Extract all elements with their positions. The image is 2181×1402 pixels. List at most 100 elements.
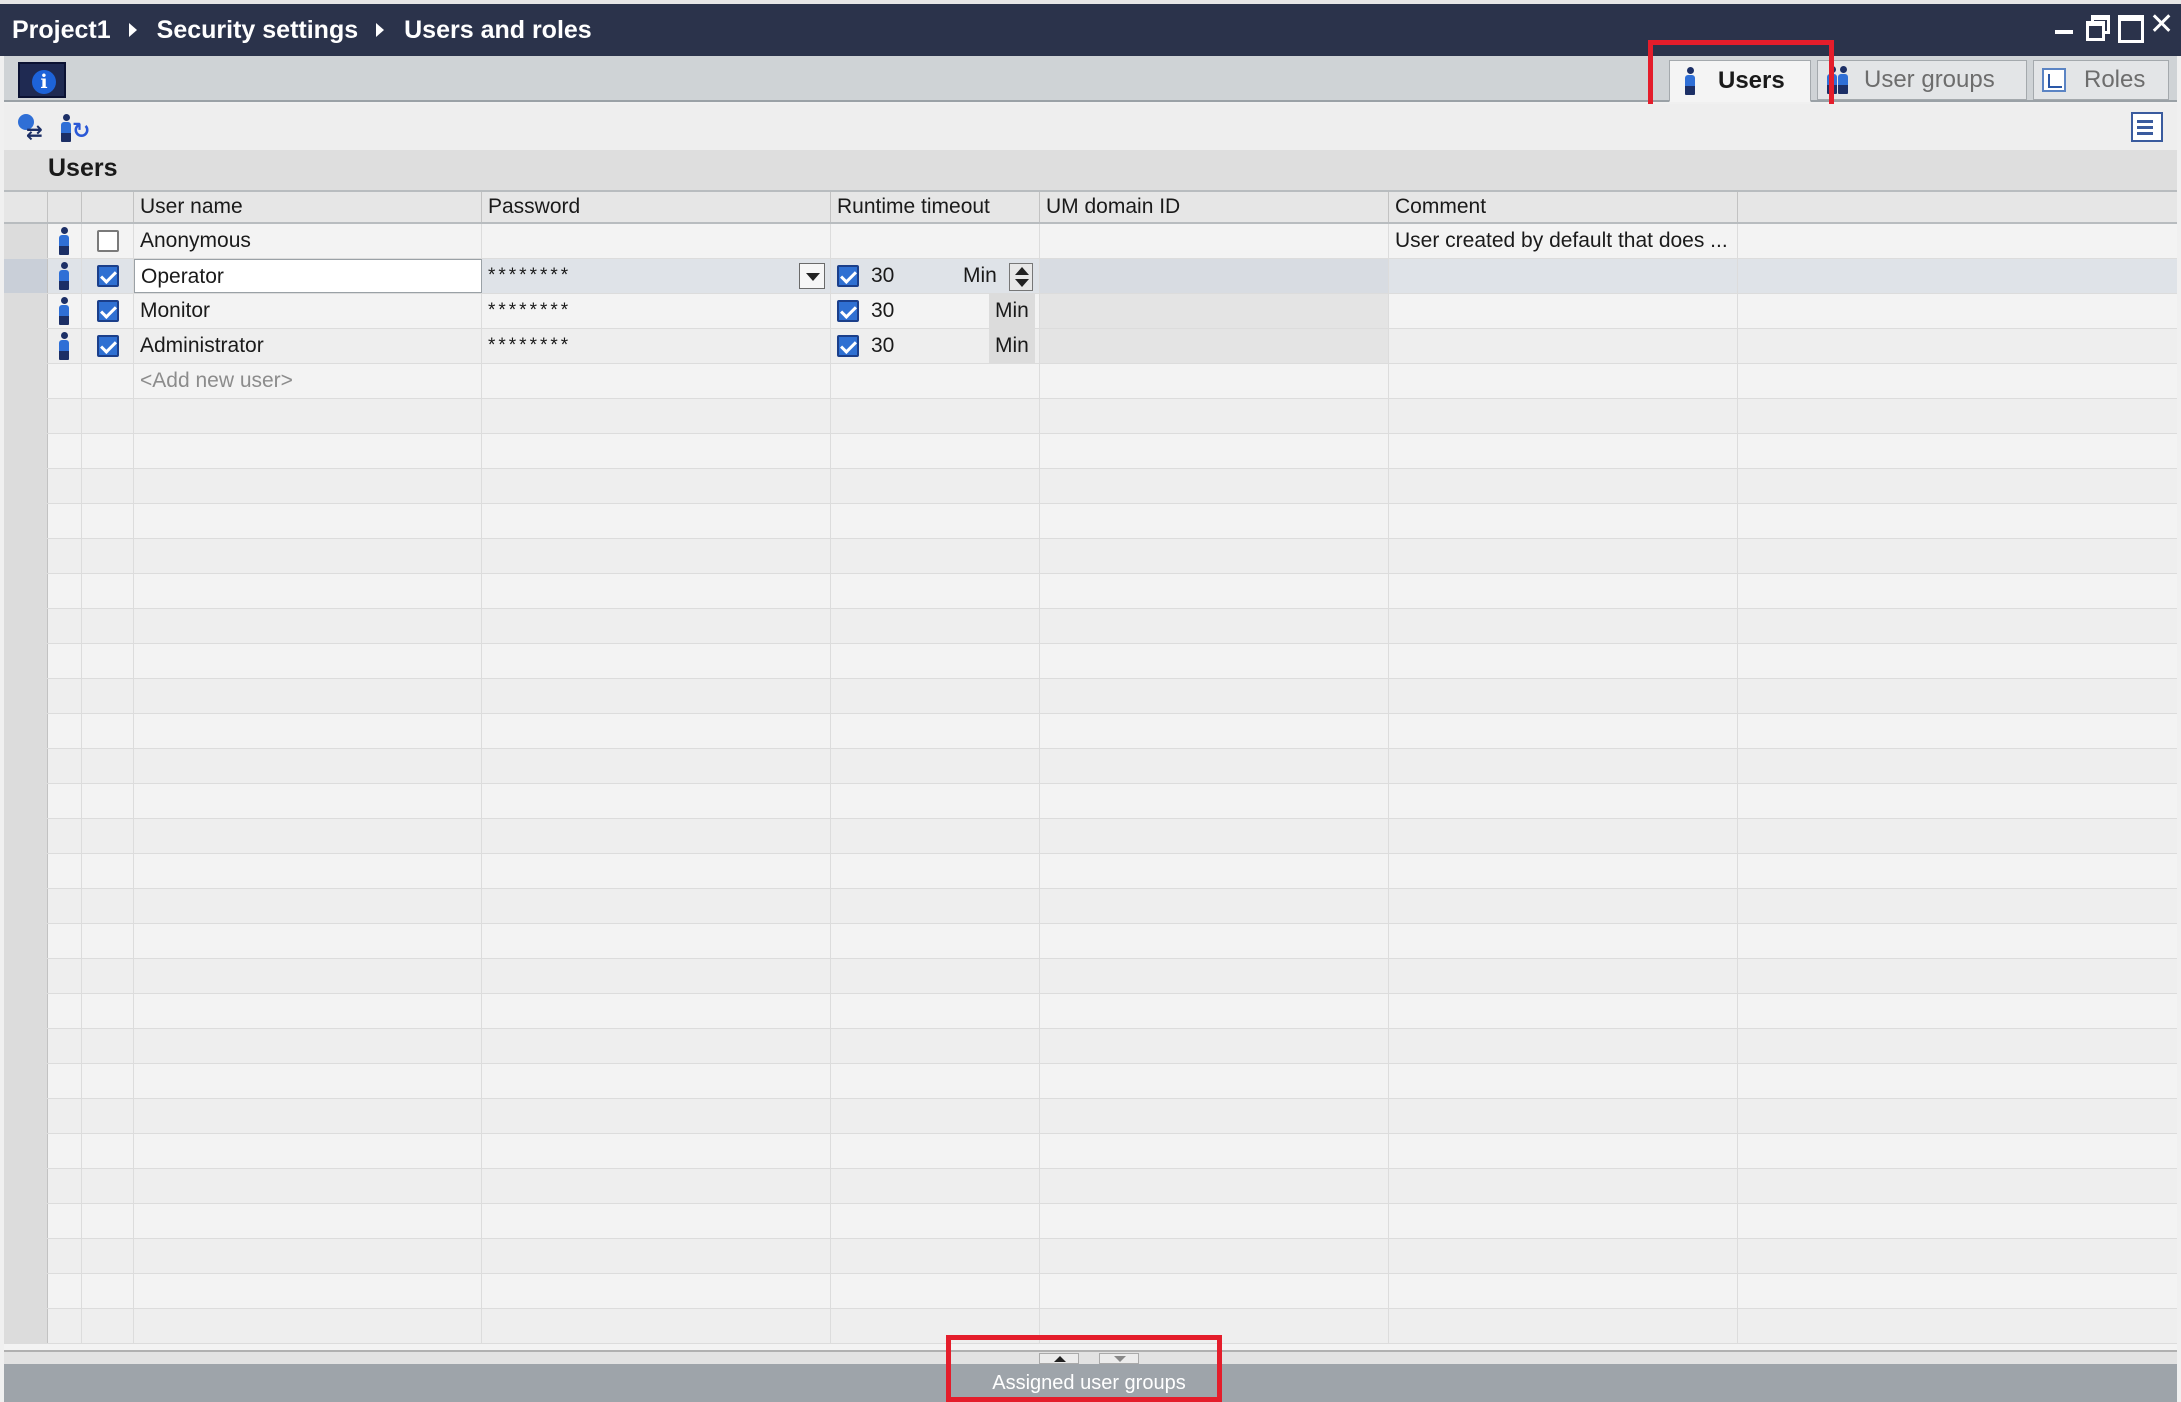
table-row[interactable]: Operator ******** 30 Min xyxy=(4,259,2177,294)
row-gutter[interactable] xyxy=(4,1064,48,1098)
table-row[interactable] xyxy=(4,469,2177,504)
row-gutter[interactable] xyxy=(4,224,48,258)
table-row[interactable] xyxy=(4,644,2177,679)
enabled-checkbox[interactable] xyxy=(97,230,119,252)
row-gutter[interactable] xyxy=(4,294,48,328)
row-gutter[interactable] xyxy=(4,609,48,643)
row-gutter[interactable] xyxy=(4,1274,48,1308)
timeout-spinner-icon[interactable] xyxy=(1009,263,1033,291)
table-row[interactable] xyxy=(4,434,2177,469)
row-gutter[interactable] xyxy=(4,329,48,363)
close-icon[interactable]: ✕ xyxy=(2149,10,2174,40)
row-gutter[interactable] xyxy=(4,714,48,748)
row-gutter[interactable] xyxy=(4,1029,48,1063)
add-new-user-cell[interactable]: <Add new user> xyxy=(134,364,482,398)
view-settings-icon[interactable] xyxy=(2131,112,2163,142)
timeout-checkbox[interactable] xyxy=(837,335,859,357)
table-row[interactable]: Anonymous User created by default that do… xyxy=(4,224,2177,259)
row-gutter[interactable] xyxy=(4,1309,48,1343)
row-gutter[interactable] xyxy=(4,1134,48,1168)
user-name-cell[interactable]: Monitor xyxy=(134,294,482,328)
restore-icon[interactable] xyxy=(2085,14,2110,41)
table-row[interactable] xyxy=(4,784,2177,819)
runtime-timeout-cell[interactable]: 30 Min xyxy=(831,329,1040,363)
table-row[interactable] xyxy=(4,679,2177,714)
table-row[interactable] xyxy=(4,714,2177,749)
panel-splitter[interactable] xyxy=(4,1350,2177,1364)
table-row[interactable] xyxy=(4,609,2177,644)
header-user-name[interactable]: User name xyxy=(134,192,482,222)
timeout-checkbox[interactable] xyxy=(837,265,859,287)
header-runtime-timeout[interactable]: Runtime timeout xyxy=(831,192,1040,222)
um-domain-id-cell[interactable] xyxy=(1040,259,1389,293)
collapse-down-icon[interactable] xyxy=(1099,1353,1139,1364)
comment-cell[interactable] xyxy=(1389,329,1738,363)
user-name-cell[interactable]: Anonymous xyxy=(134,224,482,258)
table-row[interactable] xyxy=(4,889,2177,924)
table-row[interactable]: <Add new user> xyxy=(4,364,2177,399)
row-gutter[interactable] xyxy=(4,819,48,853)
row-gutter[interactable] xyxy=(4,784,48,818)
row-gutter[interactable] xyxy=(4,1239,48,1273)
row-gutter[interactable] xyxy=(4,854,48,888)
table-row[interactable] xyxy=(4,1274,2177,1309)
timeout-checkbox[interactable] xyxy=(837,300,859,322)
tab-user-groups[interactable]: User groups xyxy=(1817,60,2027,100)
table-row[interactable] xyxy=(4,574,2177,609)
comment-cell[interactable] xyxy=(1389,259,1738,293)
table-row[interactable] xyxy=(4,854,2177,889)
table-row[interactable] xyxy=(4,959,2177,994)
row-gutter[interactable] xyxy=(4,539,48,573)
table-row[interactable]: Administrator ******** 30 Min xyxy=(4,329,2177,364)
table-row[interactable] xyxy=(4,749,2177,784)
assigned-user-groups-tab[interactable]: Assigned user groups xyxy=(954,1364,1224,1402)
row-gutter[interactable] xyxy=(4,679,48,713)
table-row[interactable] xyxy=(4,1099,2177,1134)
table-row[interactable] xyxy=(4,924,2177,959)
row-gutter[interactable] xyxy=(4,644,48,678)
maximize-icon[interactable] xyxy=(2117,14,2144,43)
enabled-checkbox[interactable] xyxy=(97,335,119,357)
sync-icon[interactable] xyxy=(16,112,48,145)
table-row[interactable] xyxy=(4,504,2177,539)
header-um-domain-id[interactable]: UM domain ID xyxy=(1040,192,1389,222)
password-dropdown-icon[interactable] xyxy=(799,263,825,289)
table-row[interactable] xyxy=(4,1029,2177,1064)
row-gutter[interactable] xyxy=(4,259,48,293)
password-cell[interactable]: ******** xyxy=(482,329,831,363)
breadcrumb-users-and-roles[interactable]: Users and roles xyxy=(404,16,592,45)
row-gutter[interactable] xyxy=(4,469,48,503)
password-cell[interactable] xyxy=(482,224,831,258)
header-comment[interactable]: Comment xyxy=(1389,192,1738,222)
row-gutter[interactable] xyxy=(4,364,48,398)
row-gutter[interactable] xyxy=(4,1204,48,1238)
table-row[interactable] xyxy=(4,1204,2177,1239)
row-gutter[interactable] xyxy=(4,1099,48,1133)
password-cell[interactable]: ******** xyxy=(482,294,831,328)
table-row[interactable]: Monitor ******** 30 Min xyxy=(4,294,2177,329)
enabled-checkbox[interactable] xyxy=(97,265,119,287)
table-row[interactable] xyxy=(4,1064,2177,1099)
user-sync-icon[interactable] xyxy=(58,112,90,144)
tab-roles[interactable]: Roles xyxy=(2033,60,2169,100)
table-row[interactable] xyxy=(4,1239,2177,1274)
um-domain-id-cell[interactable] xyxy=(1040,224,1389,258)
runtime-timeout-cell[interactable]: 30 Min xyxy=(831,294,1040,328)
row-gutter[interactable] xyxy=(4,924,48,958)
comment-cell[interactable] xyxy=(1389,294,1738,328)
expand-up-icon[interactable] xyxy=(1039,1353,1079,1364)
row-gutter[interactable] xyxy=(4,504,48,538)
runtime-timeout-cell[interactable]: 30 Min xyxy=(831,259,1040,293)
runtime-timeout-cell[interactable] xyxy=(831,224,1040,258)
breadcrumb-project[interactable]: Project1 xyxy=(12,16,111,45)
password-cell[interactable]: ******** xyxy=(482,259,831,293)
header-password[interactable]: Password xyxy=(482,192,831,222)
breadcrumb-security-settings[interactable]: Security settings xyxy=(157,16,358,45)
row-gutter[interactable] xyxy=(4,574,48,608)
table-row[interactable] xyxy=(4,819,2177,854)
comment-cell[interactable]: User created by default that does ... xyxy=(1389,224,1738,258)
row-gutter[interactable] xyxy=(4,889,48,923)
user-name-cell[interactable]: Operator xyxy=(134,259,482,293)
table-row[interactable] xyxy=(4,399,2177,434)
table-row[interactable] xyxy=(4,1134,2177,1169)
